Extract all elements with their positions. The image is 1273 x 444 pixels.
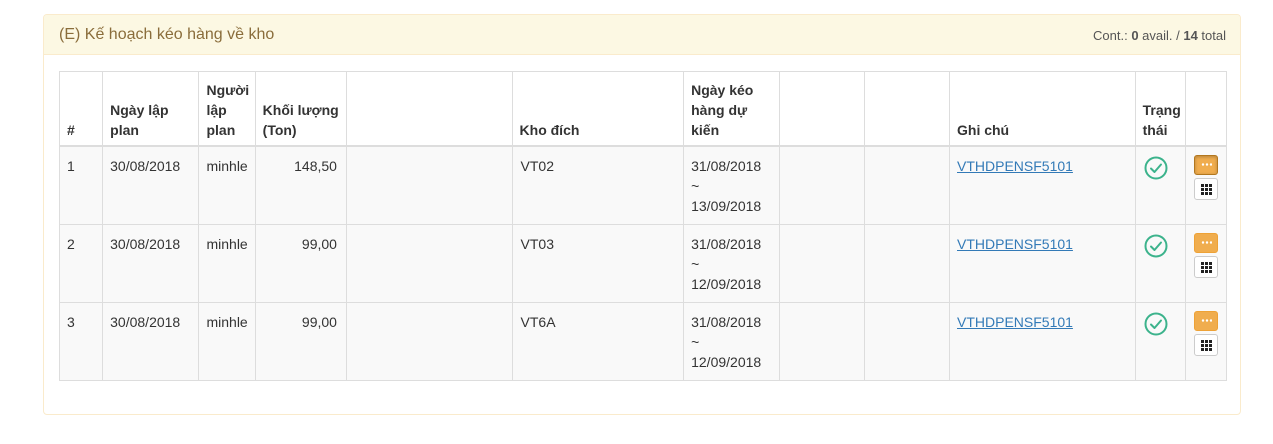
cell-creator: minhle	[198, 145, 256, 225]
plan-panel: (E) Kế hoạch kéo hàng về kho Cont.: 0 av…	[43, 14, 1241, 415]
pull-date-separator: ~	[691, 178, 700, 194]
cell-note: VTHDPENSF5101	[949, 224, 1136, 303]
col-header-note: Ghi chú	[949, 71, 1136, 147]
more-options-button[interactable]	[1193, 311, 1218, 331]
grid-icon	[1200, 184, 1212, 195]
pull-date-from: 31/08/2018	[691, 158, 762, 174]
cell-warehouse: VT6A	[511, 302, 685, 381]
cell-status	[1134, 224, 1186, 303]
ellipsis-icon	[1200, 319, 1212, 322]
cell-blank-1	[345, 145, 513, 225]
cell-blank-1	[345, 224, 513, 303]
col-header-creator: Người lập plan	[198, 71, 256, 147]
cell-created-date: 30/08/2018	[102, 224, 200, 303]
cell-index: 3	[58, 302, 104, 381]
check-circle-icon	[1144, 234, 1168, 258]
table-row: 3 30/08/2018 minhle 99,00 VT6A 31/08/201…	[58, 302, 1228, 381]
cell-creator: minhle	[198, 224, 256, 303]
pull-date-separator: ~	[691, 334, 700, 350]
col-header-status: Trạng thái	[1134, 71, 1186, 147]
cell-status	[1134, 145, 1186, 225]
cell-warehouse: VT02	[511, 145, 685, 225]
cell-actions	[1184, 302, 1228, 381]
check-circle-icon	[1144, 156, 1168, 180]
grid-view-button[interactable]	[1193, 256, 1218, 278]
cell-blank-2	[779, 145, 865, 225]
table-header-row: # Ngày lập plan Người lập plan Khối lượn…	[58, 71, 1228, 147]
col-header-blank-2	[779, 71, 865, 147]
cell-actions	[1184, 145, 1228, 225]
pull-date-separator: ~	[691, 256, 700, 272]
count-prefix: Cont.:	[1093, 28, 1132, 43]
col-header-index: #	[58, 71, 104, 147]
plan-table-wrapper: # Ngày lập plan Người lập plan Khối lượn…	[58, 71, 1228, 381]
cell-note: VTHDPENSF5101	[949, 302, 1136, 381]
col-header-blank-3	[863, 71, 951, 147]
cell-pull-date: 31/08/2018 ~ 13/09/2018	[683, 145, 781, 225]
ellipsis-icon	[1200, 163, 1212, 166]
note-link[interactable]: VTHDPENSF5101	[957, 314, 1073, 330]
col-header-pull-date: Ngày kéo hàng dự kiến	[683, 71, 781, 147]
more-options-button[interactable]	[1193, 233, 1218, 253]
total-suffix: total	[1197, 28, 1226, 43]
cell-weight: 148,50	[254, 145, 347, 225]
col-header-warehouse: Kho đích	[511, 71, 685, 147]
avail-suffix: avail. /	[1138, 28, 1184, 43]
pull-date-from: 31/08/2018	[691, 236, 762, 252]
grid-icon	[1200, 340, 1212, 351]
cell-note: VTHDPENSF5101	[949, 145, 1136, 225]
cell-created-date: 30/08/2018	[102, 302, 200, 381]
cell-creator: minhle	[198, 302, 256, 381]
cell-index: 2	[58, 224, 104, 303]
cell-index: 1	[58, 145, 104, 225]
grid-view-button[interactable]	[1193, 178, 1218, 200]
ellipsis-icon	[1200, 241, 1212, 244]
grid-view-button[interactable]	[1193, 334, 1218, 356]
more-options-button[interactable]	[1193, 155, 1218, 175]
cell-blank-1	[345, 302, 513, 381]
pull-date-to: 13/09/2018	[691, 198, 762, 214]
plan-table: # Ngày lập plan Người lập plan Khối lượn…	[58, 71, 1228, 381]
panel-heading: (E) Kế hoạch kéo hàng về kho Cont.: 0 av…	[44, 15, 1240, 55]
cell-created-date: 30/08/2018	[102, 145, 200, 225]
col-header-created-date: Ngày lập plan	[102, 71, 200, 147]
pull-date-to: 12/09/2018	[691, 276, 762, 292]
cell-warehouse: VT03	[511, 224, 685, 303]
cell-actions	[1184, 224, 1228, 303]
col-header-blank-1	[345, 71, 513, 147]
panel-title: (E) Kế hoạch kéo hàng về kho	[59, 25, 275, 43]
cell-blank-2	[779, 224, 865, 303]
col-header-weight: Khối lượng (Ton)	[254, 71, 347, 147]
grid-icon	[1200, 262, 1212, 273]
pull-date-from: 31/08/2018	[691, 314, 762, 330]
cell-blank-3	[863, 145, 951, 225]
pull-date-to: 12/09/2018	[691, 354, 762, 370]
cell-pull-date: 31/08/2018 ~ 12/09/2018	[683, 302, 781, 381]
cell-status	[1134, 302, 1186, 381]
table-row: 1 30/08/2018 minhle 148,50 VT02 31/08/20…	[58, 145, 1228, 225]
col-header-actions	[1184, 71, 1228, 147]
container-count: Cont.: 0 avail. / 14 total	[1093, 26, 1226, 43]
check-circle-icon	[1144, 312, 1168, 336]
cell-weight: 99,00	[254, 302, 347, 381]
cell-pull-date: 31/08/2018 ~ 12/09/2018	[683, 224, 781, 303]
cell-blank-3	[863, 302, 951, 381]
cell-weight: 99,00	[254, 224, 347, 303]
note-link[interactable]: VTHDPENSF5101	[957, 158, 1073, 174]
total-count: 14	[1183, 28, 1198, 43]
note-link[interactable]: VTHDPENSF5101	[957, 236, 1073, 252]
cell-blank-3	[863, 224, 951, 303]
avail-count: 0	[1131, 28, 1139, 43]
table-row: 2 30/08/2018 minhle 99,00 VT03 31/08/201…	[58, 224, 1228, 303]
cell-blank-2	[779, 302, 865, 381]
